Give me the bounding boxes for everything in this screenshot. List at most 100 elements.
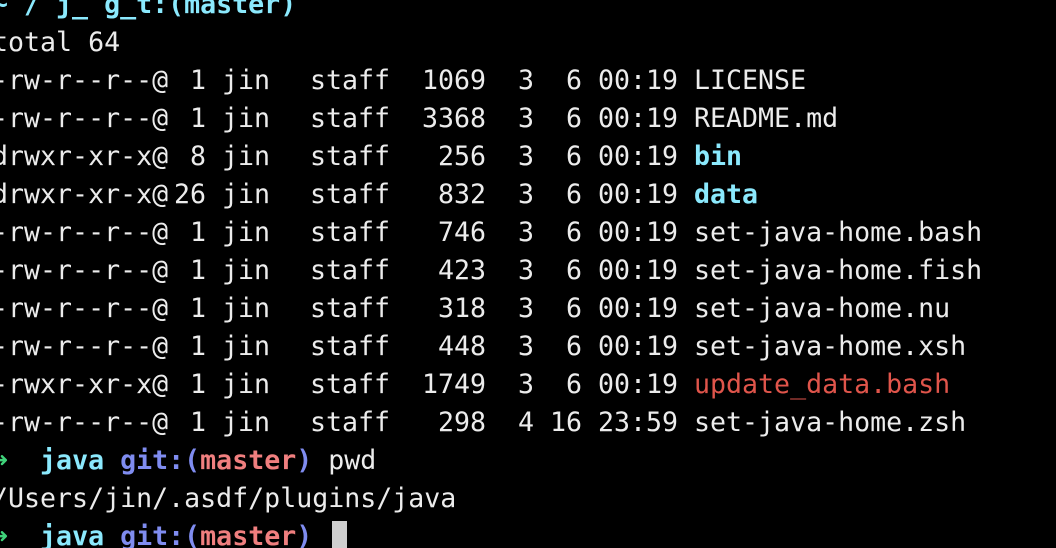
month: 3 xyxy=(517,103,534,134)
link-count: 26 xyxy=(173,179,206,210)
day: 6 xyxy=(565,179,582,210)
time: 00:19 xyxy=(598,179,679,210)
link-count: 8 xyxy=(189,141,206,172)
file-size: 832 xyxy=(437,179,486,210)
group: staff xyxy=(310,65,391,96)
month: 3 xyxy=(517,255,534,286)
previous-prompt-line: ~ / j_ g_t:(master) xyxy=(0,0,296,24)
owner: jin xyxy=(222,179,271,210)
git-label-close: ) xyxy=(296,521,313,548)
git-label: git:( xyxy=(120,445,201,476)
file-size: 256 xyxy=(437,141,486,172)
file-name: update_data.bash xyxy=(694,369,951,400)
prompt-arrow-icon: ➜ xyxy=(0,521,9,548)
owner: jin xyxy=(222,293,271,324)
link-count: 1 xyxy=(189,331,206,362)
prompt-directory: java xyxy=(40,521,105,548)
permissions: -rw-r--r--@ xyxy=(0,65,169,96)
total-text: total 64 xyxy=(0,27,121,58)
group: staff xyxy=(310,103,391,134)
group: staff xyxy=(310,141,391,172)
file-size: 448 xyxy=(437,331,486,362)
group: staff xyxy=(310,331,391,362)
total-line: total 64 xyxy=(0,24,120,62)
git-label: git:( xyxy=(120,521,201,548)
file-name: bin xyxy=(694,141,743,172)
pwd-output: /Users/jin/.asdf/plugins/java xyxy=(0,483,457,514)
permissions: -rwxr-xr-x@ xyxy=(0,369,169,400)
time: 00:19 xyxy=(598,217,679,248)
day: 6 xyxy=(565,331,582,362)
link-count: 1 xyxy=(189,369,206,400)
pwd-output-line: /Users/jin/.asdf/plugins/java xyxy=(0,480,456,518)
owner: jin xyxy=(222,65,271,96)
time: 23:59 xyxy=(598,407,679,438)
day: 16 xyxy=(549,407,582,438)
link-count: 1 xyxy=(189,293,206,324)
command-text: pwd xyxy=(328,445,377,476)
link-count: 1 xyxy=(189,65,206,96)
time: 00:19 xyxy=(598,65,679,96)
group: staff xyxy=(310,179,391,210)
permissions: -rw-r--r--@ xyxy=(0,103,169,134)
owner: jin xyxy=(222,369,271,400)
file-size: 1069 xyxy=(421,65,486,96)
month: 3 xyxy=(517,293,534,324)
text-cursor[interactable] xyxy=(332,520,348,548)
file-size: 423 xyxy=(437,255,486,286)
link-count: 1 xyxy=(189,255,206,286)
file-name: data xyxy=(694,179,759,210)
prompt-directory: java xyxy=(40,445,105,476)
file-name: set-java-home.fish xyxy=(694,255,983,286)
file-size: 1749 xyxy=(421,369,486,400)
file-name: set-java-home.zsh xyxy=(694,407,967,438)
day: 6 xyxy=(565,255,582,286)
permissions: -rw-r--r--@ xyxy=(0,255,169,286)
month: 4 xyxy=(517,407,534,438)
owner: jin xyxy=(222,141,271,172)
prompt1-line: ➜ java git:(master) pwd xyxy=(0,442,376,480)
git-branch: master xyxy=(200,445,297,476)
day: 6 xyxy=(565,217,582,248)
link-count: 1 xyxy=(189,407,206,438)
time: 00:19 xyxy=(598,103,679,134)
month: 3 xyxy=(517,331,534,362)
file-size: 3368 xyxy=(421,103,486,134)
time: 00:19 xyxy=(598,369,679,400)
day: 6 xyxy=(565,65,582,96)
day: 6 xyxy=(565,293,582,324)
permissions: drwxr-xr-x@ xyxy=(0,141,169,172)
file-name: set-java-home.bash xyxy=(694,217,983,248)
group: staff xyxy=(310,255,391,286)
group: staff xyxy=(310,217,391,248)
month: 3 xyxy=(517,369,534,400)
git-label-close: ) xyxy=(296,445,313,476)
file-size: 746 xyxy=(437,217,486,248)
day: 6 xyxy=(565,103,582,134)
time: 00:19 xyxy=(598,141,679,172)
day: 6 xyxy=(565,141,582,172)
group: staff xyxy=(310,407,391,438)
time: 00:19 xyxy=(598,293,679,324)
file-name: set-java-home.nu xyxy=(694,293,951,324)
owner: jin xyxy=(222,331,271,362)
owner: jin xyxy=(222,255,271,286)
prompt-arrow-icon: ➜ xyxy=(0,445,9,476)
day: 6 xyxy=(565,369,582,400)
owner: jin xyxy=(222,407,271,438)
time: 00:19 xyxy=(598,255,679,286)
file-name: set-java-home.xsh xyxy=(694,331,967,362)
file-size: 298 xyxy=(437,407,486,438)
permissions: drwxr-xr-x@ xyxy=(0,179,169,210)
month: 3 xyxy=(517,65,534,96)
month: 3 xyxy=(517,217,534,248)
permissions: -rw-r--r--@ xyxy=(0,407,169,438)
group: staff xyxy=(310,293,391,324)
prompt2-line[interactable]: ➜ java git:(master) xyxy=(0,518,348,548)
terminal-window[interactable]: ~ / j_ g_t:(master) total 64 -rw-r--r--@ 1 j… xyxy=(0,0,1056,548)
group: staff xyxy=(310,369,391,400)
file-name: LICENSE xyxy=(694,65,807,96)
permissions: -rw-r--r--@ xyxy=(0,331,169,362)
month: 3 xyxy=(517,179,534,210)
owner: jin xyxy=(222,103,271,134)
